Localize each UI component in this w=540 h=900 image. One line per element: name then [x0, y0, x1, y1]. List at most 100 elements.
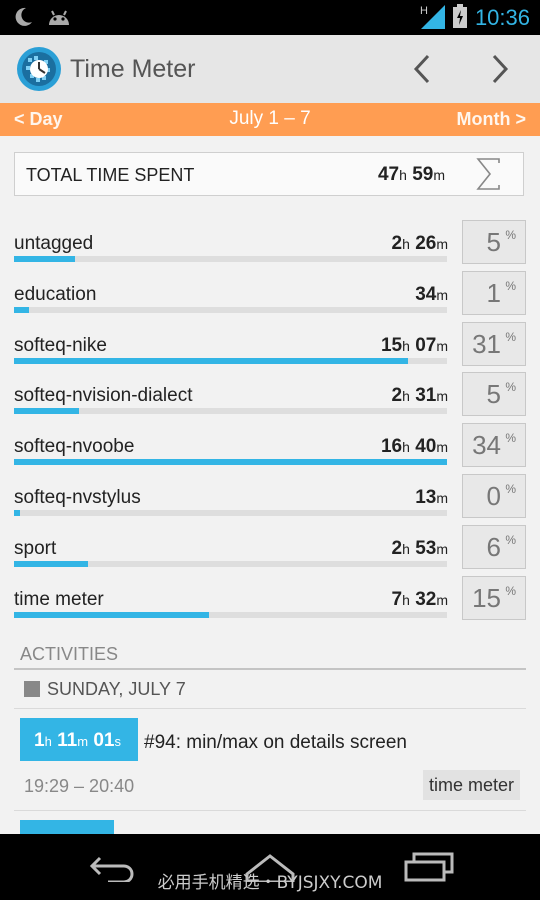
category-hours: 2 — [391, 385, 403, 407]
category-progress-track — [14, 560, 447, 567]
activity-tag[interactable]: time meter — [422, 770, 520, 800]
category-progress-fill — [14, 256, 75, 262]
percent-box: 5% — [462, 372, 526, 417]
category-row[interactable]: untagged 2h 26m 5% — [14, 220, 526, 278]
category-progress-track — [14, 408, 447, 415]
signal-icon: H — [419, 3, 445, 33]
hour-unit: h — [402, 388, 410, 405]
action-bar: Time Meter — [0, 35, 540, 103]
total-hour-unit: h — [399, 167, 407, 183]
category-minutes: 13 — [415, 487, 437, 508]
category-name: softeq-nvstylus — [14, 487, 141, 508]
activity-item[interactable]: 1h 11m 01s #94: min/max on details scree… — [14, 708, 526, 811]
category-name: softeq-nvoobe — [14, 436, 135, 458]
category-row[interactable]: softeq-nvision-dialect 2h 31m 5% — [14, 372, 526, 430]
period-bar: < Day July 1 – 7 Month > — [0, 103, 540, 136]
total-value: 47h 59m — [378, 164, 445, 186]
status-bar: H 10:36 — [0, 0, 540, 35]
hour-unit: h — [402, 591, 410, 608]
percent-sign: % — [505, 278, 516, 293]
category-hours: 2 — [391, 537, 403, 559]
category-duration: 7h 32m — [392, 589, 448, 611]
chevron-left-icon[interactable] — [406, 53, 438, 85]
category-row[interactable]: softeq-nvoobe 16h 40m 34% — [14, 423, 526, 481]
android-icon — [46, 7, 72, 31]
percent-value: 31 — [472, 328, 501, 359]
total-time-box: TOTAL TIME SPENT 47h 59m — [14, 152, 524, 196]
percent-box: 15% — [462, 575, 526, 620]
percent-sign: % — [505, 583, 516, 598]
minute-unit: m — [436, 337, 448, 354]
category-name: time meter — [14, 588, 104, 610]
category-name: softeq-nvision-dialect — [14, 385, 193, 407]
category-minutes: 32 — [415, 588, 437, 610]
navigation-bar: 必用手机精选・BYJSJXY.COM — [0, 834, 540, 900]
category-duration: 13m — [415, 487, 448, 509]
total-minutes: 59 — [412, 164, 434, 185]
app-title: Time Meter — [70, 55, 196, 83]
percent-box: 6% — [462, 524, 526, 569]
category-row[interactable]: softeq-nike 15h 07m 31% — [14, 321, 526, 380]
minute-unit: m — [436, 490, 448, 506]
duration-minutes: 11 — [57, 730, 78, 751]
duration-second-unit: s — [114, 734, 121, 749]
hour-unit: h — [402, 337, 410, 354]
next-period-button[interactable]: Month > — [457, 109, 527, 130]
duration-badge: 1h 11m 01s — [20, 718, 138, 761]
category-minutes: 40 — [415, 436, 437, 458]
category-row[interactable]: education 34m 1% — [14, 270, 526, 329]
category-progress-fill — [14, 560, 88, 567]
percent-value: 34 — [472, 430, 501, 461]
activity-title: #94: min/max on details screen — [144, 732, 407, 753]
category-duration: 15h 07m — [381, 335, 448, 357]
category-progress-fill — [14, 306, 30, 313]
category-name: sport — [14, 537, 57, 559]
category-progress-track — [14, 459, 447, 466]
hour-unit: h — [402, 540, 410, 557]
activity-time-range: 19:29 – 20:40 — [24, 776, 135, 796]
percent-value: 1 — [486, 277, 501, 308]
duration-hours: 1 — [34, 730, 45, 751]
category-progress-fill — [14, 611, 209, 618]
category-progress-track — [14, 306, 447, 313]
minute-unit: m — [436, 439, 448, 456]
percent-value: 0 — [486, 481, 501, 511]
percent-box: 0% — [462, 474, 526, 518]
category-name: untagged — [14, 233, 94, 254]
watermark-text: 必用手机精选・BYJSJXY.COM — [157, 873, 383, 893]
percent-box: 34% — [462, 423, 526, 468]
category-progress-track — [14, 357, 447, 364]
category-duration: 16h 40m — [381, 436, 448, 458]
chevron-right-icon[interactable] — [484, 53, 516, 85]
category-hours: 7 — [391, 588, 403, 610]
duration-hour-unit: h — [44, 734, 52, 749]
category-hours: 15 — [380, 334, 403, 356]
total-minute-unit: m — [433, 167, 445, 183]
category-row[interactable]: softeq-nvstylus 13m 0% — [14, 474, 526, 532]
duration-minute-unit: m — [77, 734, 89, 749]
next-activity-badge[interactable] — [20, 820, 114, 834]
activities-title: ACTIVITIES — [20, 644, 119, 664]
category-progress-fill — [14, 408, 79, 415]
category-progress-fill — [14, 357, 409, 364]
percent-value: 5 — [486, 379, 501, 410]
battery-icon — [452, 4, 467, 32]
minute-unit: m — [436, 388, 448, 405]
category-row[interactable]: time meter 7h 32m 15% — [14, 575, 526, 634]
day-marker-icon — [24, 681, 40, 697]
sigma-icon[interactable] — [475, 157, 503, 191]
total-label: TOTAL TIME SPENT — [26, 165, 195, 185]
total-hours: 47 — [377, 164, 400, 185]
category-name: softeq-nike — [14, 334, 107, 356]
percent-sign: % — [505, 228, 516, 242]
percent-value: 15 — [472, 582, 501, 613]
app-clock-icon[interactable] — [16, 46, 62, 92]
percent-box: 31% — [462, 321, 526, 366]
category-row[interactable]: sport 2h 53m 6% — [14, 524, 526, 583]
category-name: education — [14, 283, 97, 305]
category-hours: 16 — [380, 436, 403, 458]
duration-seconds: 01 — [93, 730, 115, 751]
minute-unit: m — [436, 540, 448, 557]
day-label: SUNDAY, JULY 7 — [47, 679, 186, 699]
minute-unit: m — [436, 236, 448, 252]
